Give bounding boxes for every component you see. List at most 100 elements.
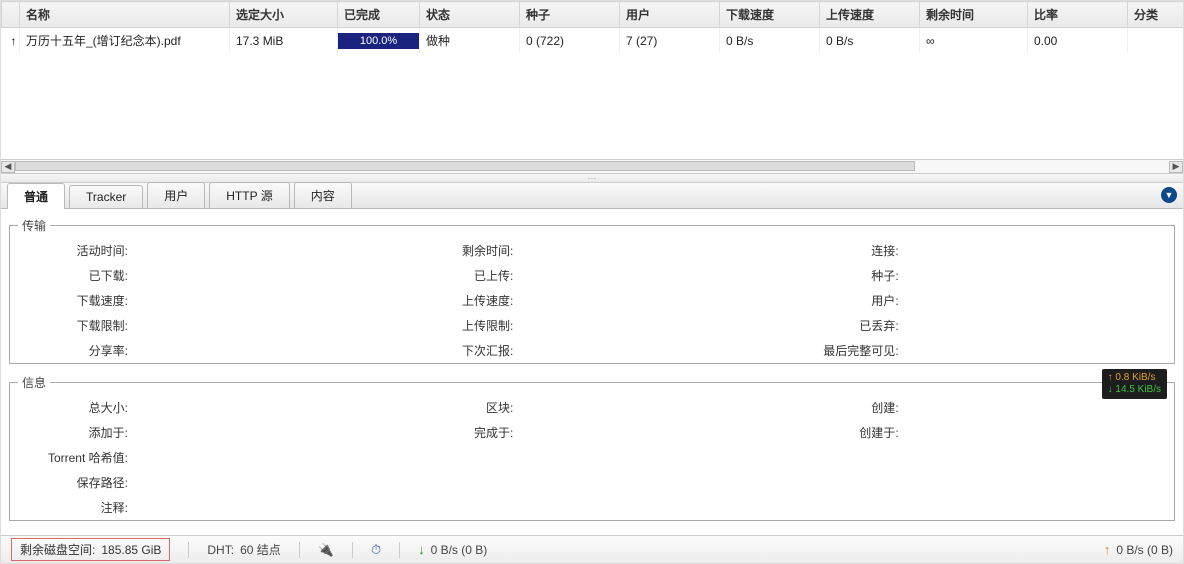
label-eta: 剩余时间 (403, 242, 513, 259)
label-ullimit: 上传限制 (403, 317, 513, 334)
value-reannounce (513, 342, 780, 359)
tab-general[interactable]: 普通 (7, 183, 65, 209)
label-peers: 用户 (789, 292, 899, 309)
dht-value: 60 结点 (240, 541, 281, 558)
horizontal-scrollbar[interactable]: ◀ ▶ (1, 159, 1183, 173)
value-seeds (899, 267, 1166, 284)
status-dl-value: 0 B/s (0 B) (431, 543, 488, 557)
value-createdby (899, 424, 1166, 441)
table-row[interactable]: ↑ 万历十五年_(增订纪念本).pdf 17.3 MiB 100.0% 做种 0… (2, 28, 1184, 54)
col-name[interactable]: 名称 (20, 2, 230, 28)
scroll-left-icon[interactable]: ◀ (1, 161, 15, 173)
value-totalsize (128, 399, 395, 416)
col-peers[interactable]: 用户 (620, 2, 720, 28)
status-ul-value: 0 B/s (0 B) (1116, 543, 1173, 557)
torrent-table: 名称 选定大小 已完成 状态 种子 用户 下载速度 上传速度 剩余时间 比率 分… (1, 1, 1183, 53)
scroll-right-icon[interactable]: ▶ (1169, 161, 1183, 173)
col-status[interactable]: 状态 (420, 2, 520, 28)
label-totalsize: 总大小 (18, 399, 128, 416)
label-pieces: 区块 (403, 399, 513, 416)
label-dlspeed: 下载速度 (18, 292, 128, 309)
disk-label: 剩余磁盘空间: (20, 541, 95, 558)
separator (399, 542, 400, 558)
label-hash: Torrent 哈希值 (18, 449, 128, 466)
label-seeds: 种子 (789, 267, 899, 284)
speed-overlay: ↑ 0.8 KiB/s ↓ 14.5 KiB/s (1102, 369, 1167, 399)
cell-seeds: 0 (722) (520, 28, 620, 54)
tab-tracker[interactable]: Tracker (69, 185, 143, 208)
status-dht: DHT: 60 结点 (207, 541, 280, 558)
plug-icon[interactable]: 🔌 (318, 542, 334, 558)
detail-tabbar: 普通 Tracker 用户 HTTP 源 内容 ▼ (1, 183, 1183, 209)
tab-http-sources[interactable]: HTTP 源 (209, 182, 289, 208)
label-ulspeed: 上传速度 (403, 292, 513, 309)
col-done[interactable]: 已完成 (338, 2, 420, 28)
separator (188, 542, 189, 558)
label-addedon: 添加于 (18, 424, 128, 441)
scroll-thumb[interactable] (15, 161, 915, 171)
value-connections (899, 242, 1166, 259)
scroll-track[interactable] (15, 161, 1169, 173)
seeding-icon: ↑ (8, 34, 20, 48)
details-panel: 传输 活动时间 剩余时间 连接 已下载 已上传 种子 下载速度 上传速度 用户 … (1, 209, 1183, 535)
value-wasted (899, 317, 1166, 334)
cell-dlspeed: 0 B/s (720, 28, 820, 54)
tab-content[interactable]: 内容 (294, 182, 352, 208)
col-ratio[interactable]: 比率 (1028, 2, 1128, 28)
value-eta (513, 242, 780, 259)
label-createdby: 创建于 (789, 424, 899, 441)
label-share: 分享率 (18, 342, 128, 359)
value-comment (128, 499, 1166, 516)
value-active (128, 242, 395, 259)
torrent-table-wrap: 名称 选定大小 已完成 状态 种子 用户 下载速度 上传速度 剩余时间 比率 分… (1, 1, 1183, 173)
col-seeds[interactable]: 种子 (520, 2, 620, 28)
col-eta[interactable]: 剩余时间 (920, 2, 1028, 28)
value-ullimit (513, 317, 780, 334)
overlay-upspeed: ↑ 0.8 KiB/s (1108, 372, 1161, 384)
value-savepath (128, 474, 1166, 491)
label-wasted: 已丢弃 (789, 317, 899, 334)
status-disk: 剩余磁盘空间: 185.85 GiB (11, 538, 170, 561)
transfer-fieldset: 传输 活动时间 剩余时间 连接 已下载 已上传 种子 下载速度 上传速度 用户 … (9, 217, 1175, 364)
cell-ulspeed: 0 B/s (820, 28, 920, 54)
label-created: 创建 (789, 399, 899, 416)
separator (299, 542, 300, 558)
cell-name: 万历十五年_(增订纪念本).pdf (20, 28, 230, 54)
col-category[interactable]: 分类 (1128, 2, 1184, 28)
chevron-down-icon[interactable]: ▼ (1161, 187, 1177, 203)
col-icon[interactable] (2, 2, 20, 28)
cell-progress: 100.0% (338, 33, 419, 49)
label-connections: 连接 (789, 242, 899, 259)
value-ulspeed (513, 292, 780, 309)
value-uploaded (513, 267, 780, 284)
status-download[interactable]: ↓ 0 B/s (0 B) (418, 542, 487, 557)
status-upload[interactable]: ↑ 0 B/s (0 B) (1104, 542, 1173, 557)
transfer-legend: 传输 (18, 217, 50, 234)
label-active: 活动时间 (18, 242, 128, 259)
table-header: 名称 选定大小 已完成 状态 种子 用户 下载速度 上传速度 剩余时间 比率 分… (2, 2, 1184, 28)
arrow-down-icon: ↓ (418, 542, 425, 557)
cell-ratio: 0.00 (1028, 28, 1128, 54)
dht-label: DHT: (207, 543, 234, 557)
col-ulspeed[interactable]: 上传速度 (820, 2, 920, 28)
value-hash (128, 449, 1166, 466)
arrow-up-icon: ↑ (1104, 542, 1111, 557)
disk-value: 185.85 GiB (101, 543, 161, 557)
speedometer-icon[interactable]: ⏱ (371, 542, 381, 558)
value-completedon (513, 424, 780, 441)
value-downloaded (128, 267, 395, 284)
value-dlspeed (128, 292, 395, 309)
tab-peers[interactable]: 用户 (147, 182, 205, 208)
statusbar: 剩余磁盘空间: 185.85 GiB DHT: 60 结点 🔌 ⏱ ↓ 0 B/… (1, 535, 1183, 563)
app-window: 名称 选定大小 已完成 状态 种子 用户 下载速度 上传速度 剩余时间 比率 分… (0, 0, 1184, 564)
value-lastseen (899, 342, 1166, 359)
label-savepath: 保存路径 (18, 474, 128, 491)
cell-peers: 7 (27) (620, 28, 720, 54)
value-dllimit (128, 317, 395, 334)
value-peers (899, 292, 1166, 309)
col-size[interactable]: 选定大小 (230, 2, 338, 28)
separator (352, 542, 353, 558)
label-uploaded: 已上传 (403, 267, 513, 284)
col-dlspeed[interactable]: 下载速度 (720, 2, 820, 28)
cell-eta: ∞ (920, 28, 1028, 54)
